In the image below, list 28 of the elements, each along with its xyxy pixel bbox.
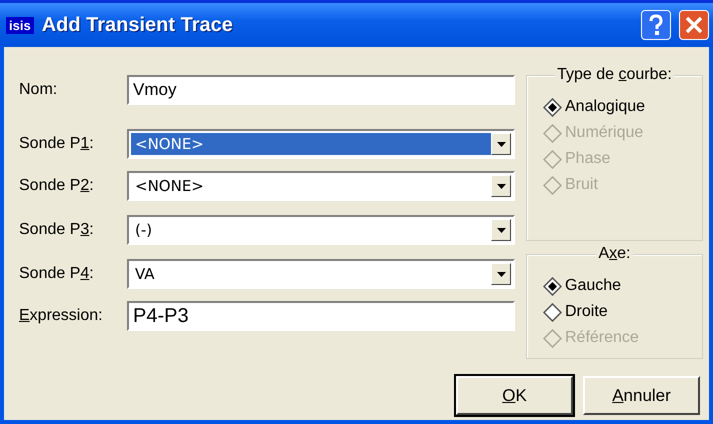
text-field[interactable]: P4-P3 bbox=[127, 301, 515, 331]
dropdown-value: <NONE> bbox=[134, 176, 205, 197]
radio-option[interactable]: Analogique bbox=[543, 94, 702, 120]
dropdown-field[interactable]: (-) bbox=[127, 215, 515, 245]
field-label: Sonde P3: bbox=[19, 221, 95, 239]
field-label: Sonde P4: bbox=[19, 265, 95, 283]
ok-button[interactable]: OK bbox=[456, 376, 573, 415]
window-title: Add Transient Trace bbox=[42, 14, 234, 36]
field-label: Sonde P2: bbox=[19, 177, 95, 195]
cancel-button[interactable]: Annuler bbox=[583, 376, 700, 415]
dropdown-field[interactable]: <NONE> bbox=[127, 171, 515, 201]
radio-option[interactable]: Gauche bbox=[543, 273, 702, 299]
field-label: Nom: bbox=[19, 81, 58, 99]
field-label: Sonde P1: bbox=[19, 135, 95, 153]
dropdown-value: VA bbox=[134, 264, 156, 285]
help-button[interactable] bbox=[641, 10, 671, 40]
text-field[interactable]: Vmoy bbox=[127, 75, 515, 105]
close-button[interactable] bbox=[679, 10, 709, 40]
app-logo: isis bbox=[6, 16, 34, 34]
field-label: Expression: bbox=[19, 307, 104, 325]
group-title: Type de courbe: bbox=[555, 66, 674, 84]
close-icon bbox=[684, 15, 704, 35]
dropdown-value: (-) bbox=[134, 220, 154, 241]
dropdown-value: <NONE> bbox=[131, 133, 491, 155]
dropdown-field[interactable]: <NONE> bbox=[127, 129, 515, 159]
dropdown-field[interactable]: VA bbox=[127, 259, 515, 289]
group-title: Axe: bbox=[596, 245, 632, 263]
radio-option[interactable]: Droite bbox=[543, 299, 702, 325]
